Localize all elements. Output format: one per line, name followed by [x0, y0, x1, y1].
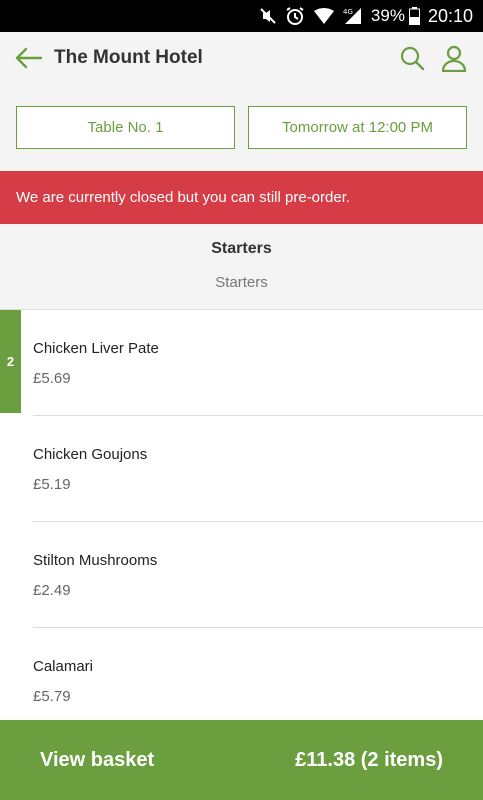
account-button[interactable]: [439, 43, 469, 73]
quantity-badge: 2: [0, 310, 21, 413]
table-select-button[interactable]: Table No. 1: [16, 106, 235, 149]
item-name: Stilton Mushrooms: [33, 552, 158, 569]
back-arrow-icon: [15, 47, 43, 69]
page-title: The Mount Hotel: [54, 47, 203, 68]
clock: 20:10: [427, 5, 473, 26]
item-name: Chicken Liver Pate: [33, 340, 159, 357]
item-price: £5.79: [33, 688, 71, 705]
view-basket-button[interactable]: View basket £11.38 (2 items): [0, 720, 483, 800]
category-title: Starters: [211, 240, 272, 257]
item-name: Chicken Goujons: [33, 446, 148, 463]
menu-item[interactable]: 2 Chicken Liver Pate £5.69: [0, 310, 483, 416]
wifi-icon: [313, 7, 335, 25]
item-name: Calamari: [33, 658, 94, 675]
item-price: £5.69: [33, 370, 71, 387]
category-subtitle: Starters: [215, 274, 268, 291]
app-bar: The Mount Hotel: [0, 32, 483, 84]
back-button[interactable]: [14, 43, 44, 73]
view-basket-label: View basket: [40, 748, 155, 771]
battery-icon: [408, 7, 420, 25]
network-type: 4G: [343, 8, 353, 16]
user-icon: [441, 45, 467, 72]
item-price: £2.49: [33, 582, 71, 599]
mute-icon: [259, 7, 277, 25]
menu-item-list: 2 Chicken Liver Pate £5.69 Chicken Goujo…: [0, 310, 483, 720]
menu-item[interactable]: Calamari £5.79: [0, 628, 483, 720]
item-price: £5.19: [33, 476, 71, 493]
menu-item[interactable]: Stilton Mushrooms £2.49: [0, 522, 483, 628]
category-header: Starters Starters: [0, 224, 483, 310]
menu-item[interactable]: Chicken Goujons £5.19: [0, 416, 483, 522]
battery-percent: 39%: [370, 6, 405, 25]
signal-icon: 4G: [343, 6, 363, 26]
alarm-icon: [285, 6, 305, 26]
search-icon: [400, 46, 425, 71]
closed-banner: We are currently closed but you can stil…: [0, 171, 483, 224]
basket-total: £11.38 (2 items): [295, 748, 443, 771]
status-bar: 4G 39% 20:10: [0, 0, 483, 32]
search-button[interactable]: [397, 43, 427, 73]
time-select-button[interactable]: Tomorrow at 12:00 PM: [248, 106, 467, 149]
order-selectors: Table No. 1 Tomorrow at 12:00 PM: [16, 106, 467, 149]
